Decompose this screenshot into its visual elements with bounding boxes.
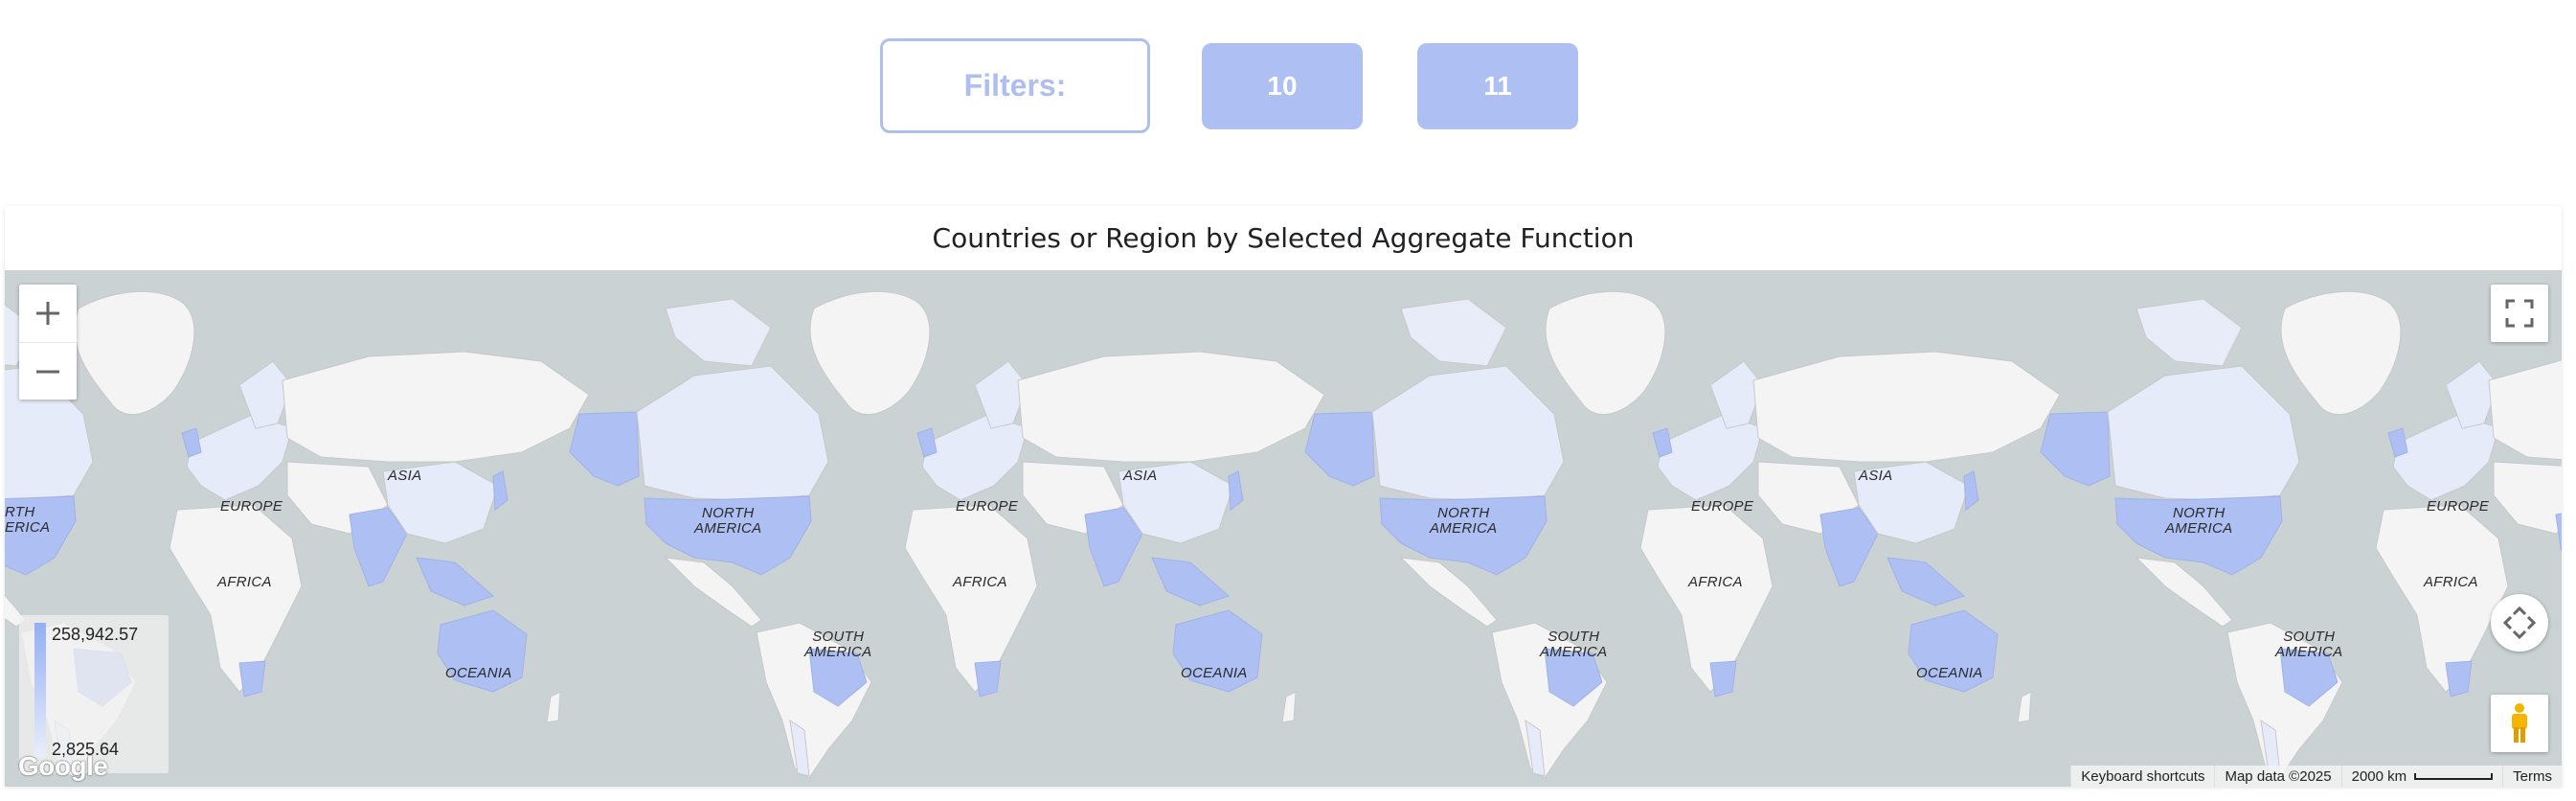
continent-label-asia: ASIA: [1123, 468, 1158, 484]
camera-pan-button[interactable]: [2491, 594, 2548, 652]
scale-bar: [2414, 772, 2494, 780]
continent-label-africa: AFRICA: [1688, 574, 1743, 590]
keyboard-shortcuts-link[interactable]: Keyboard shortcuts: [2070, 766, 2215, 787]
continent-label-south-america: SOUTH AMERICA: [804, 629, 872, 660]
continent-label-asia: ASIA: [388, 468, 422, 484]
fullscreen-icon: [2505, 299, 2534, 328]
continent-label-europe: EUROPE: [2427, 498, 2490, 515]
scale-label: 2000 km: [2351, 767, 2407, 785]
continent-label-asia: ASIA: [1859, 468, 1893, 484]
street-view-button[interactable]: [2491, 695, 2548, 752]
continent-label-south-america: SOUTH AMERICA: [2275, 629, 2343, 660]
terms-link[interactable]: Terms: [2502, 766, 2562, 787]
continent-label-north-america-clipped: RTH ERICA: [5, 504, 51, 536]
continent-label-europe: EUROPE: [220, 498, 283, 515]
minus-icon: [36, 370, 59, 373]
continent-label-europe: EUROPE: [1691, 498, 1754, 515]
continent-label-oceania: OCEANIA: [1916, 665, 1983, 681]
legend-max-value: 258,942.57: [52, 625, 139, 644]
color-legend: 258,942.57 2,825.64: [19, 615, 169, 773]
zoom-in-button[interactable]: [19, 285, 77, 342]
map-area[interactable]: RTH ERICA ASIA EUROPE AFRICA OCEANIA NOR…: [5, 270, 2562, 787]
continent-label-south-america: SOUTH AMERICA: [1540, 629, 1608, 660]
filters-bar: Filters: 10 11: [0, 0, 2576, 192]
continent-label-europe: EUROPE: [956, 498, 1019, 515]
map-card: Countries or Region by Selected Aggregat…: [5, 206, 2562, 787]
google-logo: Google: [18, 751, 108, 781]
continent-label-oceania: OCEANIA: [1181, 665, 1248, 681]
map-attribution: Keyboard shortcuts Map data ©2025 2000 k…: [2070, 766, 2562, 787]
continent-label-north-america: NORTH AMERICA: [2165, 505, 2233, 537]
zoom-controls: [19, 285, 77, 400]
camera-pan-icon: [2503, 606, 2536, 639]
continent-label-africa: AFRICA: [953, 574, 1007, 590]
fullscreen-button[interactable]: [2491, 285, 2548, 342]
plus-icon: [36, 302, 59, 325]
continent-label-africa: AFRICA: [217, 574, 272, 590]
continent-label-africa: AFRICA: [2424, 574, 2478, 590]
legend-gradient-bar: [34, 623, 46, 757]
continent-label-north-america: NORTH AMERICA: [1430, 505, 1498, 537]
map-scale[interactable]: 2000 km: [2340, 766, 2503, 787]
filter-button-11[interactable]: 11: [1417, 43, 1578, 129]
continent-label-oceania: OCEANIA: [445, 665, 512, 681]
filters-label: Filters:: [880, 38, 1150, 133]
map-data-credit[interactable]: Map data ©2025: [2214, 766, 2341, 787]
filter-button-10[interactable]: 10: [1202, 43, 1363, 129]
pegman-icon: [2512, 703, 2527, 743]
continent-label-north-america: NORTH AMERICA: [694, 505, 762, 537]
map-title: Countries or Region by Selected Aggregat…: [932, 222, 1635, 254]
zoom-out-button[interactable]: [19, 342, 77, 400]
